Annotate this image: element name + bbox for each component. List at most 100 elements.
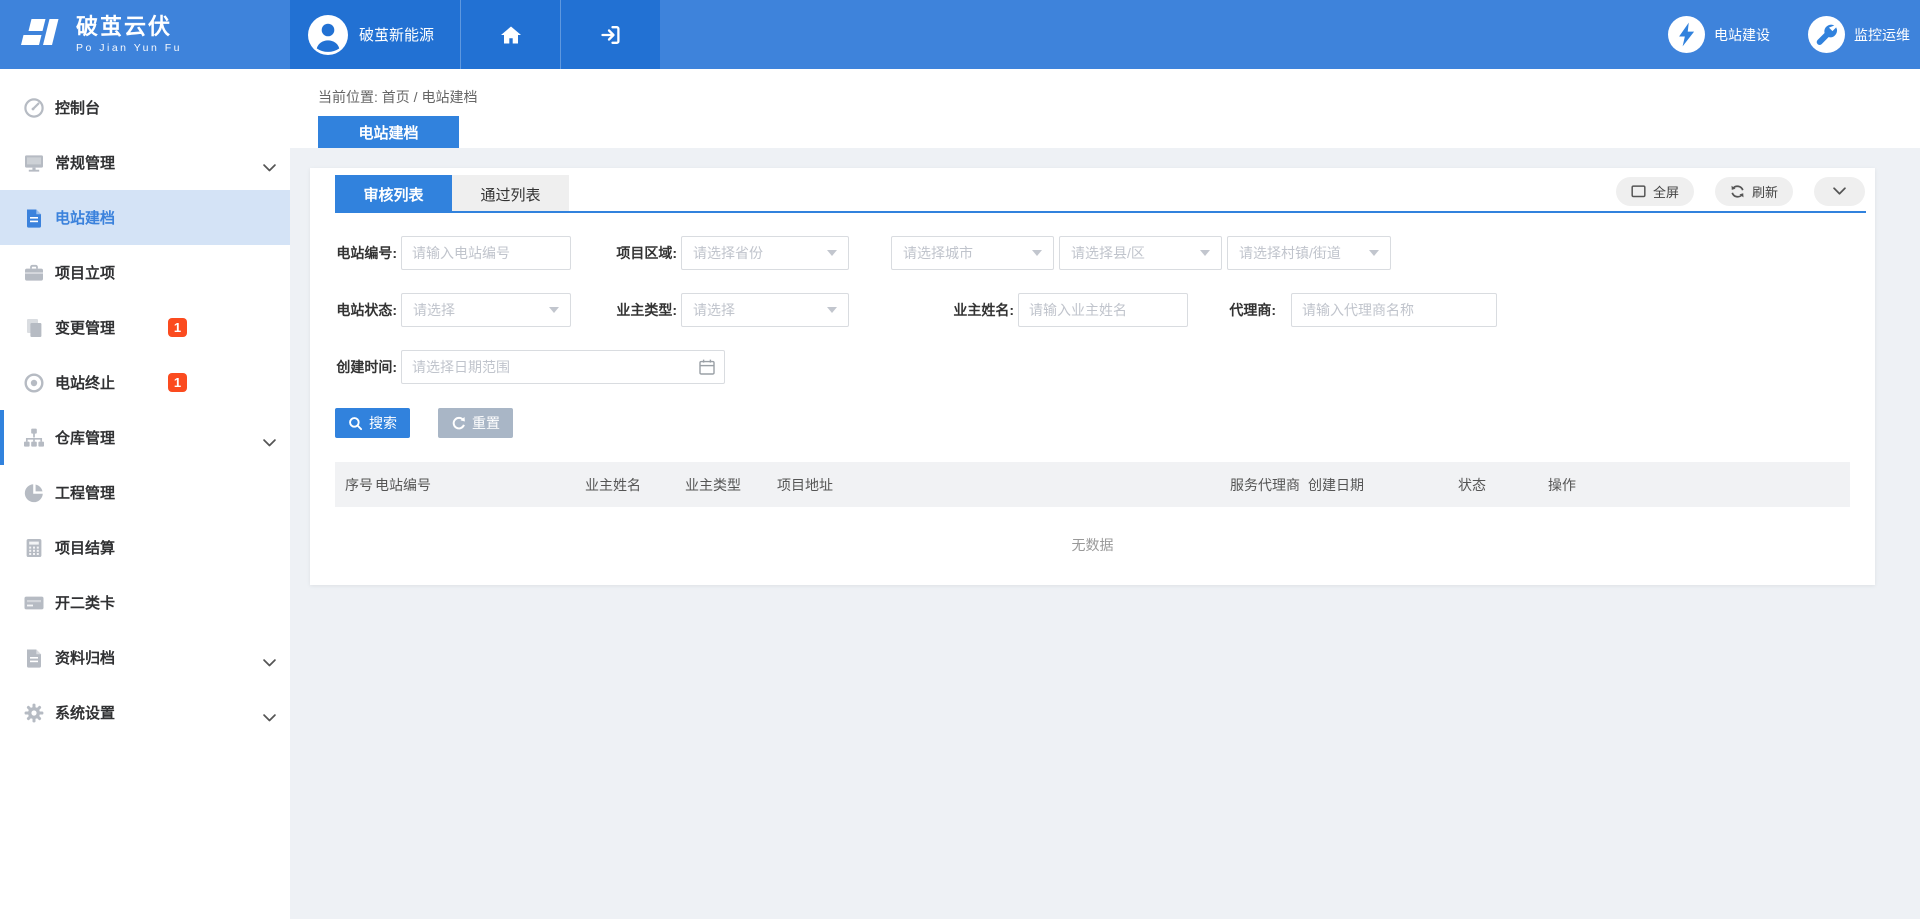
sidebar-item-warehouse-management[interactable]: 仓库管理 bbox=[0, 410, 290, 465]
region-label: 项目区域: bbox=[612, 243, 677, 263]
owner-type-select[interactable]: 请选择 bbox=[681, 293, 849, 327]
station-no-input[interactable] bbox=[401, 236, 571, 270]
tab-passed-list[interactable]: 通过列表 bbox=[452, 175, 569, 213]
sidebar-item-label: 仓库管理 bbox=[55, 427, 115, 448]
reset-button[interactable]: 重置 bbox=[438, 408, 513, 438]
agent-label: 代理商: bbox=[1222, 300, 1276, 320]
owner-name-input[interactable] bbox=[1018, 293, 1188, 327]
briefcase-icon bbox=[22, 261, 46, 285]
sidebar: 控制台常规管理电站建档项目立项变更管理1 电站终止 1 仓库管理工程管理项目结算开二类… bbox=[0, 69, 290, 919]
top-nav-label: 电站建设 bbox=[1714, 25, 1770, 45]
station-status-select[interactable]: 请选择 bbox=[401, 293, 571, 327]
sidebar-item-label: 项目结算 bbox=[55, 537, 115, 558]
gear-icon bbox=[22, 701, 46, 725]
header-cell-project-address: 项目地址 bbox=[777, 475, 1230, 495]
sidebar-item-project-settlement[interactable]: 项目结算 bbox=[0, 520, 290, 575]
sidebar-item-label: 变更管理 bbox=[55, 317, 115, 338]
target-icon bbox=[22, 371, 46, 395]
refresh-button[interactable]: 刷新 bbox=[1715, 177, 1793, 206]
caret-down-icon bbox=[827, 250, 837, 256]
sidebar-item-general-management[interactable]: 常规管理 bbox=[0, 135, 290, 190]
sidebar-item-change-management[interactable]: 变更管理1 bbox=[0, 300, 290, 355]
monitor-ops-nav[interactable]: 监控运维 bbox=[1808, 16, 1910, 53]
sidebar-item-engineering-management[interactable]: 工程管理 bbox=[0, 465, 290, 520]
logout-icon bbox=[599, 23, 623, 47]
header-cell-seq: 序号 bbox=[345, 475, 375, 495]
fullscreen-icon bbox=[1631, 185, 1646, 198]
sidebar-item-label: 电站建档 bbox=[55, 207, 115, 228]
sidebar-item-label: 工程管理 bbox=[55, 482, 115, 503]
page-tab-station-filing[interactable]: 电站建档 bbox=[318, 116, 459, 148]
station-build-nav[interactable]: 电站建设 bbox=[1668, 16, 1770, 53]
company-name: 破茧新能源 bbox=[359, 24, 434, 45]
table-header: 序号电站编号业主姓名业主类型项目地址服务代理商创建日期状态操作 bbox=[335, 462, 1850, 507]
town-select[interactable]: 请选择村镇/街道 bbox=[1227, 236, 1391, 270]
station-filing-panel: 审核列表 通过列表 全屏 bbox=[310, 168, 1875, 585]
sidebar-item-label: 常规管理 bbox=[55, 152, 115, 173]
header-cell-create-date: 创建日期 bbox=[1308, 475, 1458, 495]
reset-icon bbox=[451, 416, 466, 431]
create-time-input[interactable] bbox=[401, 350, 725, 384]
fullscreen-button[interactable]: 全屏 bbox=[1616, 177, 1694, 206]
sidebar-item-label: 资料归档 bbox=[55, 647, 115, 668]
city-select[interactable]: 请选择城市 bbox=[891, 236, 1054, 270]
calculator-icon bbox=[22, 536, 46, 560]
search-icon bbox=[348, 416, 363, 431]
create-time-range-picker[interactable] bbox=[401, 350, 725, 384]
dashboard-icon bbox=[22, 96, 46, 120]
chevron-down-icon bbox=[263, 709, 276, 717]
collapse-button[interactable] bbox=[1814, 177, 1865, 206]
province-select[interactable]: 请选择省份 bbox=[681, 236, 849, 270]
header-cell-actions: 操作 bbox=[1548, 475, 1850, 495]
header-cell-service-agent: 服务代理商 bbox=[1230, 475, 1308, 495]
lightning-icon bbox=[1668, 16, 1705, 53]
caret-down-icon bbox=[1200, 250, 1210, 256]
logout-button[interactable] bbox=[560, 0, 660, 69]
owner-name-label: 业主姓名: bbox=[949, 300, 1014, 320]
sidebar-item-label: 开二类卡 bbox=[55, 592, 115, 613]
sidebar-item-label: 控制台 bbox=[55, 97, 100, 118]
home-icon bbox=[499, 23, 523, 47]
user-avatar-icon[interactable] bbox=[308, 15, 348, 55]
brand-logo-icon bbox=[18, 17, 64, 53]
sidebar-item-label: 电站终止 bbox=[55, 372, 115, 393]
document-icon bbox=[22, 206, 46, 230]
archive-icon bbox=[22, 646, 46, 670]
empty-state: 无数据 bbox=[335, 507, 1850, 583]
wrench-icon bbox=[1808, 16, 1845, 53]
result-table: 序号电站编号业主姓名业主类型项目地址服务代理商创建日期状态操作 无数据 bbox=[335, 462, 1850, 583]
sidebar-item-project-initiation[interactable]: 项目立项 bbox=[0, 245, 290, 300]
topbar-right-nav: 电站建设 监控运维 bbox=[660, 0, 1920, 69]
breadcrumb-path: 首页 / 电站建档 bbox=[382, 89, 478, 105]
filter-form: 电站编号: 项目区域: 请选择省份请选择城市请选择县/区请选择村镇/街道 电站状… bbox=[310, 213, 1875, 384]
pie-chart-icon bbox=[22, 481, 46, 505]
tabs-underline bbox=[335, 211, 1866, 213]
header-cell-station-no: 电站编号 bbox=[375, 475, 585, 495]
sidebar-item-station-termination[interactable]: 电站终止 1 bbox=[0, 355, 290, 410]
monitor-icon bbox=[22, 151, 46, 175]
panel-toolbar: 全屏 刷新 bbox=[1616, 175, 1865, 213]
station-no-label: 电站编号: bbox=[335, 243, 397, 263]
search-button[interactable]: 搜索 bbox=[335, 408, 410, 438]
breadcrumb-strip: 当前位置: 首页 / 电站建档 电站建档 bbox=[290, 69, 1920, 148]
sidebar-item-system-settings[interactable]: 系统设置 bbox=[0, 685, 290, 740]
panel-tabs-bar: 审核列表 通过列表 全屏 bbox=[310, 168, 1875, 213]
topbar: 破茧云伏 Po Jian Yun Fu 破茧新能源 电站建设 监控运维 bbox=[0, 0, 1920, 69]
copy-icon bbox=[22, 316, 46, 340]
home-button[interactable] bbox=[460, 0, 560, 69]
notification-badge: 1 bbox=[168, 373, 187, 392]
sidebar-item-label: 系统设置 bbox=[55, 702, 115, 723]
district-select[interactable]: 请选择县/区 bbox=[1059, 236, 1222, 270]
sidebar-item-station-filing[interactable]: 电站建档 bbox=[0, 190, 290, 245]
caret-down-icon bbox=[827, 307, 837, 313]
breadcrumb: 当前位置: 首页 / 电站建档 bbox=[290, 69, 1920, 107]
chevron-down-icon bbox=[263, 159, 276, 167]
header-cell-owner-name: 业主姓名 bbox=[585, 475, 685, 495]
sidebar-item-open-type2-card[interactable]: 开二类卡 bbox=[0, 575, 290, 630]
brand-logo: 破茧云伏 Po Jian Yun Fu bbox=[0, 0, 290, 69]
sidebar-item-console[interactable]: 控制台 bbox=[0, 80, 290, 135]
sidebar-item-data-archive[interactable]: 资料归档 bbox=[0, 630, 290, 685]
agent-input[interactable] bbox=[1291, 293, 1497, 327]
tab-review-list[interactable]: 审核列表 bbox=[335, 175, 452, 213]
brand-title: 破茧云伏 bbox=[76, 16, 182, 38]
